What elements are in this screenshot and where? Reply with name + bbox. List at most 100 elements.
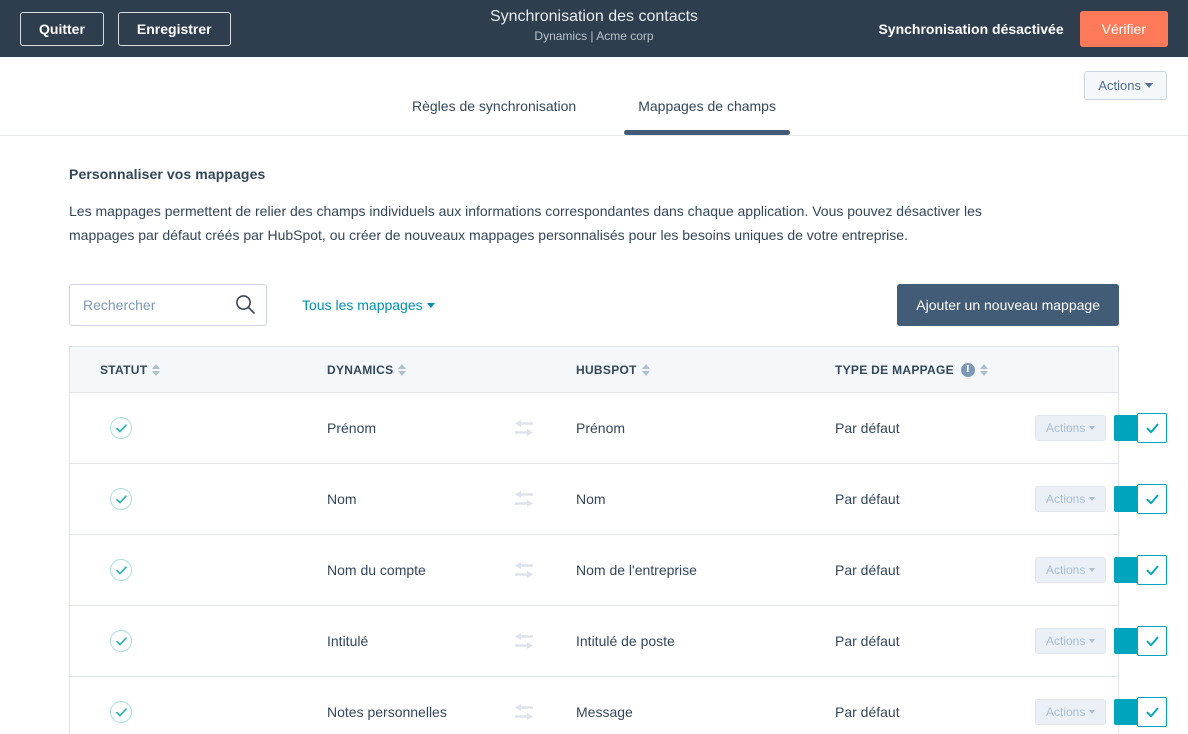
cell-hubspot-field: Nom de l'entreprise xyxy=(565,562,835,578)
cell-statut xyxy=(70,559,198,581)
add-mapping-button[interactable]: Ajouter un nouveau mappage xyxy=(897,284,1119,326)
row-actions-button[interactable]: Actions xyxy=(1035,628,1106,654)
cell-hubspot-field: Intitulé de poste xyxy=(565,633,835,649)
mapping-filter-dropdown[interactable]: Tous les mappages xyxy=(302,297,435,313)
row-actions-button[interactable]: Actions xyxy=(1035,557,1106,583)
row-actions-button[interactable]: Actions xyxy=(1035,415,1106,441)
bidirectional-sync-icon xyxy=(483,418,565,438)
table-row[interactable]: Nom du compte Nom de l'entreprise Par dé… xyxy=(70,535,1118,606)
row-actions-label: Actions xyxy=(1046,492,1085,506)
cell-mapping-type: Par défaut xyxy=(835,420,1035,436)
cell-row-actions: Actions xyxy=(1035,486,1188,512)
check-circle-icon xyxy=(110,417,132,439)
check-circle-icon xyxy=(110,559,132,581)
actions-menu-button[interactable]: Actions xyxy=(1084,71,1167,100)
cell-mapping-type: Par défaut xyxy=(835,633,1035,649)
cell-dynamics-field: Notes personnelles xyxy=(198,704,483,720)
cell-dynamics-field: Nom xyxy=(198,491,483,507)
chevron-down-icon xyxy=(1089,426,1095,430)
sort-icon[interactable] xyxy=(642,364,650,376)
chevron-down-icon xyxy=(1089,639,1095,643)
tab-field-mappings[interactable]: Mappages de champs xyxy=(624,98,790,135)
table-row[interactable]: Nom Nom Par défaut Actions xyxy=(70,464,1118,535)
table-row[interactable]: Intitulé Intitulé de poste Par défaut Ac… xyxy=(70,606,1118,677)
column-header-dynamics[interactable]: Dynamics xyxy=(198,363,483,377)
info-icon[interactable]: i xyxy=(961,363,975,377)
column-header-type-label: Type de mappage xyxy=(835,363,954,377)
sync-status-label: Synchronisation désactivée xyxy=(878,21,1063,37)
toggle-knob xyxy=(1137,484,1167,514)
main-content: Personnaliser vos mappages Les mappages … xyxy=(0,136,1188,734)
column-header-hubspot-label: HubSpot xyxy=(576,363,637,377)
cell-dynamics-field: Nom du compte xyxy=(198,562,483,578)
cell-statut xyxy=(70,701,198,723)
bidirectional-sync-icon xyxy=(483,702,565,722)
row-actions-label: Actions xyxy=(1046,634,1085,648)
bidirectional-sync-icon xyxy=(483,560,565,580)
toggle-knob xyxy=(1137,626,1167,656)
toggle-knob xyxy=(1137,413,1167,443)
save-button[interactable]: Enregistrer xyxy=(118,12,231,46)
cell-row-actions: Actions xyxy=(1035,557,1188,583)
cell-mapping-type: Par défaut xyxy=(835,704,1035,720)
row-actions-button[interactable]: Actions xyxy=(1035,699,1106,725)
search-input[interactable] xyxy=(69,284,267,326)
check-circle-icon xyxy=(110,488,132,510)
search-field-wrapper xyxy=(69,284,267,326)
toggle-knob xyxy=(1137,697,1167,727)
mapping-enabled-toggle[interactable] xyxy=(1114,415,1167,441)
row-actions-label: Actions xyxy=(1046,421,1085,435)
cell-statut xyxy=(70,417,198,439)
tab-sync-rules[interactable]: Règles de synchronisation xyxy=(398,98,590,135)
row-actions-label: Actions xyxy=(1046,563,1085,577)
cell-hubspot-field: Message xyxy=(565,704,835,720)
cell-mapping-type: Par défaut xyxy=(835,491,1035,507)
chevron-down-icon xyxy=(1145,83,1153,88)
cell-mapping-type: Par défaut xyxy=(835,562,1035,578)
cell-row-actions: Actions xyxy=(1035,628,1188,654)
table-header-row: Statut Dynamics HubSpot Type de mappage … xyxy=(70,347,1118,393)
cell-hubspot-field: Nom xyxy=(565,491,835,507)
table-toolbar: Tous les mappages Ajouter un nouveau map… xyxy=(69,284,1119,326)
mappings-table: Statut Dynamics HubSpot Type de mappage … xyxy=(69,346,1119,734)
mapping-enabled-toggle[interactable] xyxy=(1114,628,1167,654)
cell-dynamics-field: Intitulé xyxy=(198,633,483,649)
chevron-down-icon xyxy=(427,303,435,308)
tab-bar: Actions Règles de synchronisation Mappag… xyxy=(0,57,1188,136)
app-header: Quitter Enregistrer Synchronisation des … xyxy=(0,0,1188,57)
column-header-statut-label: Statut xyxy=(100,363,147,377)
mapping-enabled-toggle[interactable] xyxy=(1114,557,1167,583)
tab-list: Règles de synchronisation Mappages de ch… xyxy=(0,98,1188,135)
table-row[interactable]: Notes personnelles Message Par défaut Ac… xyxy=(70,677,1118,734)
row-actions-button[interactable]: Actions xyxy=(1035,486,1106,512)
check-circle-icon xyxy=(110,701,132,723)
sort-icon[interactable] xyxy=(152,364,160,376)
cell-row-actions: Actions xyxy=(1035,415,1188,441)
chevron-down-icon xyxy=(1089,568,1095,572)
section-description: Les mappages permettent de relier des ch… xyxy=(69,199,1014,247)
table-row[interactable]: Prénom Prénom Par défaut Actions xyxy=(70,393,1118,464)
bidirectional-sync-icon xyxy=(483,631,565,651)
mapping-enabled-toggle[interactable] xyxy=(1114,486,1167,512)
column-header-type-de-mappage[interactable]: Type de mappage i xyxy=(835,363,1035,377)
header-right-actions: Synchronisation désactivée Vérifier xyxy=(878,11,1168,47)
cell-hubspot-field: Prénom xyxy=(565,420,835,436)
section-heading: Personnaliser vos mappages xyxy=(69,166,1119,182)
sort-icon[interactable] xyxy=(980,364,988,376)
cell-row-actions: Actions xyxy=(1035,699,1188,725)
column-header-statut[interactable]: Statut xyxy=(70,363,198,377)
chevron-down-icon xyxy=(1089,710,1095,714)
mapping-enabled-toggle[interactable] xyxy=(1114,699,1167,725)
quit-button[interactable]: Quitter xyxy=(20,12,104,46)
cell-statut xyxy=(70,630,198,652)
bidirectional-sync-icon xyxy=(483,489,565,509)
table-body: Prénom Prénom Par défaut Actions xyxy=(70,393,1118,734)
cell-statut xyxy=(70,488,198,510)
verify-button[interactable]: Vérifier xyxy=(1080,11,1168,47)
column-header-hubspot[interactable]: HubSpot xyxy=(565,363,835,377)
row-actions-label: Actions xyxy=(1046,705,1085,719)
column-header-dynamics-label: Dynamics xyxy=(327,363,393,377)
sort-icon[interactable] xyxy=(398,364,406,376)
header-left-actions: Quitter Enregistrer xyxy=(20,12,231,46)
actions-menu-label: Actions xyxy=(1098,78,1141,93)
